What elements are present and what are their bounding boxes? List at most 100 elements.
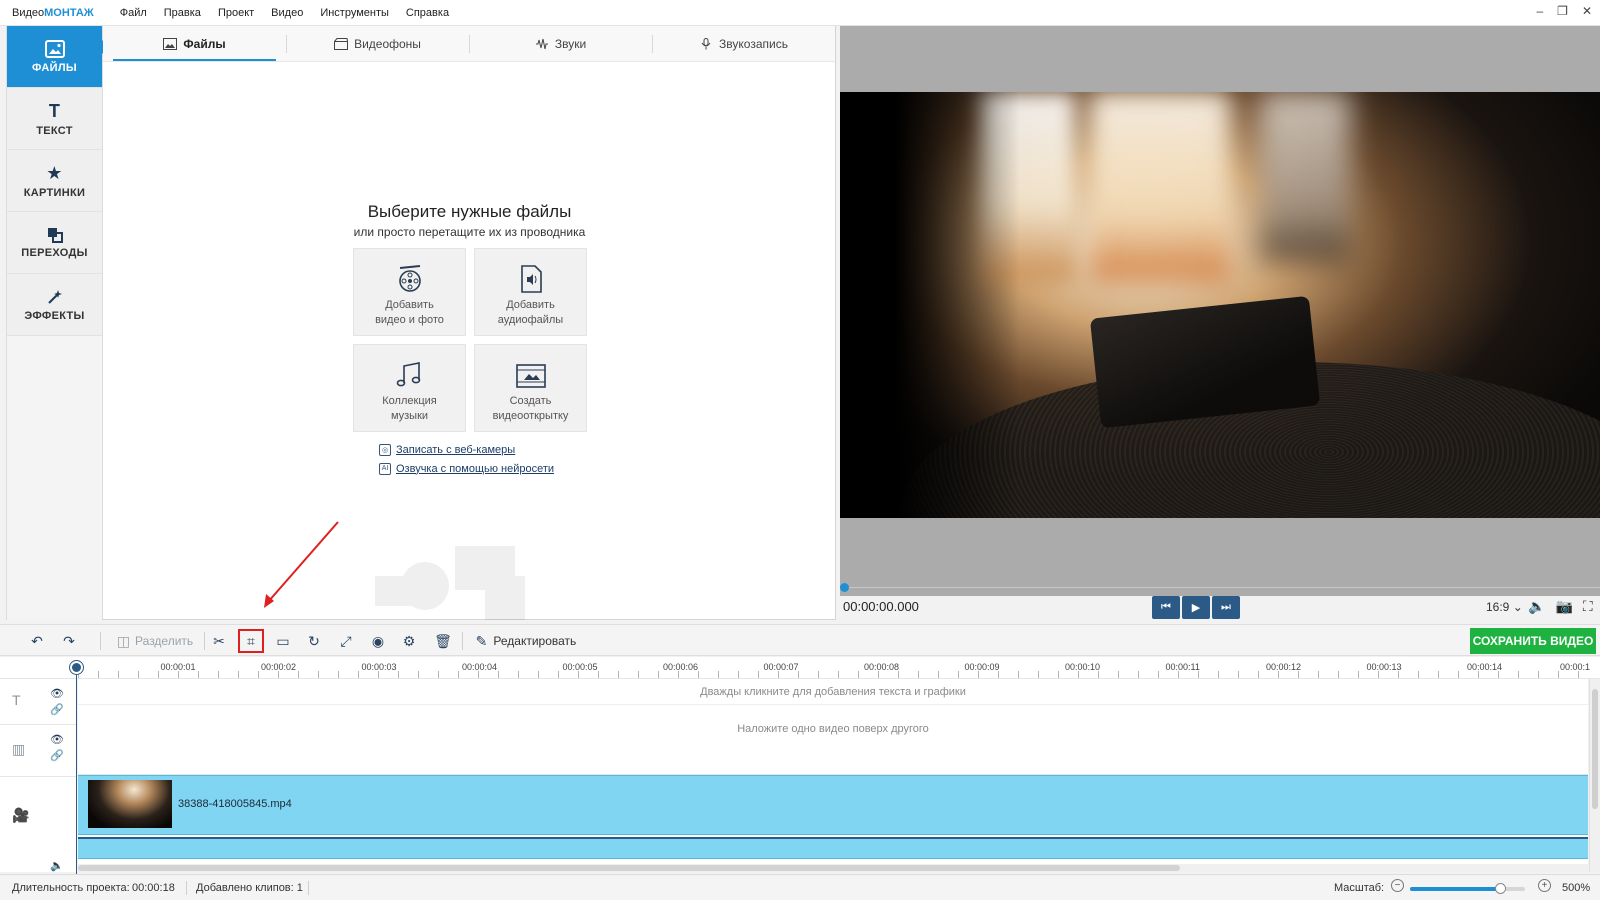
restore-icon[interactable]: ❐ — [1557, 4, 1568, 18]
menu-help[interactable]: Справка — [406, 7, 449, 19]
eye-icon[interactable]: 👁 — [50, 687, 64, 700]
nav-item-pictures[interactable]: ★ КАРТИНКИ — [7, 150, 102, 212]
crop-button[interactable]: ⌗ — [238, 629, 264, 653]
nav-label: ПЕРЕХОДЫ — [21, 246, 88, 259]
nav-label: ФАЙЛЫ — [32, 61, 77, 74]
eye-icon[interactable]: 👁 — [50, 733, 64, 746]
files-panel: Файлы Видеофоны Звуки Звукозапись Выбери… — [103, 26, 836, 620]
split-button[interactable]: ◫ Разделить — [114, 630, 196, 652]
seek-handle[interactable] — [840, 583, 849, 592]
text-t-icon: T — [48, 100, 61, 121]
fullscreen-icon[interactable]: ⛶ — [1583, 598, 1593, 615]
timeline-tracks[interactable]: Дважды кликните для добавления текста и … — [78, 679, 1588, 872]
text-track[interactable]: Дважды кликните для добавления текста и … — [78, 679, 1588, 705]
ruler-tick-label: 00:00:11 — [1165, 662, 1200, 672]
clip-thumbnail[interactable] — [88, 780, 172, 828]
nav-item-transitions[interactable]: ПЕРЕХОДЫ — [7, 212, 102, 274]
tab-sounds[interactable]: Звуки — [469, 26, 652, 61]
film-frame-icon — [515, 364, 546, 388]
stabilize-button[interactable]: ◉ — [367, 630, 389, 652]
create-video-card-button[interactable]: Создать видеооткрытку — [474, 344, 587, 432]
seek-bar[interactable] — [840, 587, 1600, 588]
redo-button[interactable]: ↷ — [58, 630, 80, 652]
menu-file[interactable]: Файл — [120, 7, 147, 19]
video-camera-icon: 🎥 — [12, 807, 30, 823]
audio-track-icon[interactable]: 🔈 — [50, 859, 64, 872]
ruler-tick-label: 00:00:02 — [261, 662, 297, 672]
film-reel-icon — [398, 265, 421, 292]
cut-button[interactable]: ✂ — [208, 630, 230, 652]
nav-label: КАРТИНКИ — [23, 186, 86, 199]
files-subtitle: или просто перетащите их из проводника — [353, 225, 586, 239]
horizontal-scroll-thumb[interactable] — [78, 865, 1180, 871]
zoom-in-icon[interactable]: + — [1538, 879, 1551, 892]
track-headers: T 👁 🔗 ▥ 👁 🔗 🎥 🔈 — [0, 679, 77, 872]
speed-button[interactable]: ⚙ — [398, 630, 420, 652]
text-track-hint: Дважды кликните для добавления текста и … — [700, 686, 966, 698]
save-video-button[interactable]: СОХРАНИТЬ ВИДЕО — [1470, 628, 1596, 654]
timeline-horizontal-scrollbar[interactable] — [78, 864, 1588, 872]
tab-label: Видеофоны — [354, 36, 421, 51]
zoom-slider[interactable] — [1410, 883, 1525, 894]
split-icon: ◫ — [116, 632, 131, 649]
overlay-track[interactable]: Наложите одно видео поверх другого — [78, 705, 1588, 775]
ai-voice-link[interactable]: Озвучка с помощью нейросети — [396, 463, 554, 475]
overlay-track-header: ▥ 👁 🔗 — [0, 725, 77, 777]
close-icon[interactable]: ✕ — [1582, 4, 1592, 18]
edit-clip-button[interactable]: ✎ Редактировать — [472, 630, 580, 652]
add-video-photo-button[interactable]: Добавить видео и фото — [353, 248, 466, 336]
aspect-ratio-value: 16:9 — [1486, 600, 1510, 614]
zoom-out-icon[interactable]: − — [1391, 879, 1404, 892]
minimize-icon[interactable]: – — [1536, 4, 1543, 18]
webcam-link[interactable]: Записать с веб-камеры — [396, 444, 515, 456]
next-frame-button[interactable]: ⏭ — [1212, 596, 1240, 619]
project-duration-value: 00:00:18 — [132, 882, 175, 894]
nav-item-effects[interactable]: ЭФФЕКТЫ — [7, 274, 102, 336]
nav-item-files[interactable]: ФАЙЛЫ — [7, 26, 109, 88]
tile-line2: аудиофайлы — [497, 314, 564, 326]
music-collection-button[interactable]: Коллекция музыки — [353, 344, 466, 432]
rotate-button[interactable]: ↻ — [303, 630, 325, 652]
link-icon[interactable]: 🔗 — [50, 703, 64, 716]
nav-item-text[interactable]: T ТЕКСТ — [7, 88, 102, 150]
audio-track[interactable] — [78, 837, 1588, 859]
preview-area — [840, 26, 1600, 596]
menu-edit[interactable]: Правка — [164, 7, 201, 19]
add-audio-button[interactable]: Добавить аудиофайлы — [474, 248, 587, 336]
menu-project[interactable]: Проект — [218, 7, 254, 19]
timeline-vertical-scrollbar[interactable] — [1589, 679, 1600, 872]
undo-button[interactable]: ↶ — [26, 630, 48, 652]
resize-button[interactable]: ⤢ — [335, 630, 357, 652]
previous-frame-button[interactable]: ⏮ — [1152, 596, 1180, 619]
ruler-tick-label: 00:00:13 — [1366, 662, 1402, 672]
play-button[interactable]: ▶ — [1182, 596, 1210, 619]
preview-timecode: 00:00:00.000 — [843, 599, 919, 614]
video-frame[interactable] — [840, 92, 1600, 518]
tab-recording[interactable]: Звукозапись — [652, 26, 835, 61]
video-track-header: 🎥 — [0, 777, 77, 857]
text-track-icon: T — [12, 692, 21, 708]
link-icon[interactable]: 🔗 — [50, 749, 64, 762]
tab-files[interactable]: Файлы — [103, 26, 286, 61]
aspect-ratio-select[interactable]: 16:9 ⌄ — [1486, 600, 1523, 614]
volume-icon[interactable]: 🔈 — [1528, 598, 1545, 615]
tab-backgrounds[interactable]: Видеофоны — [286, 26, 469, 61]
video-track[interactable]: 38388-418005845.mp4 — [78, 775, 1588, 835]
playhead-handle[interactable] — [70, 661, 83, 674]
star-icon: ★ — [46, 162, 63, 183]
skip-back-icon: ⏮ — [1161, 601, 1171, 613]
snapshot-camera-icon[interactable]: 📷 — [1555, 598, 1572, 615]
zoom-slider-knob[interactable] — [1494, 883, 1506, 894]
image-icon — [44, 39, 65, 58]
delete-button[interactable]: 🗑 — [432, 630, 454, 652]
frame-button[interactable]: ▭ — [272, 630, 294, 652]
menu-video[interactable]: Видео — [271, 7, 303, 19]
chevron-down-icon: ⌄ — [1512, 600, 1523, 614]
menu-bar: ВидеоМОНТАЖ Файл Правка Проект Видео Инс… — [0, 0, 1600, 26]
text-track-header: T 👁 🔗 — [0, 679, 77, 725]
tile-line2: музыки — [390, 410, 429, 422]
vertical-scroll-thumb[interactable] — [1592, 689, 1598, 809]
menu-tools[interactable]: Инструменты — [320, 7, 389, 19]
tab-label: Звукозапись — [719, 36, 788, 51]
timeline-ruler[interactable]: 00:00:01 00:00:02 00:00:03 00:00:04 00:00:05… — [0, 657, 1600, 679]
